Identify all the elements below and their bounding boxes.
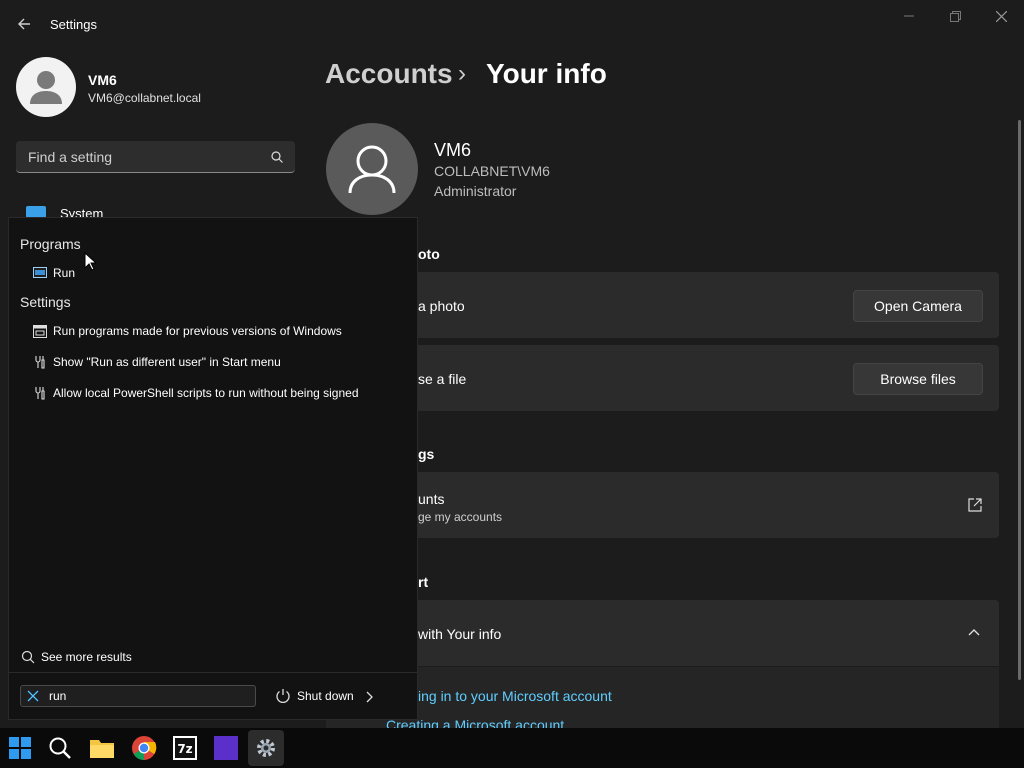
search-icon (271, 151, 283, 163)
profile-name: VM6 (88, 72, 117, 88)
open-camera-button[interactable]: Open Camera (853, 290, 983, 322)
taskbar-settings[interactable] (248, 730, 284, 766)
start-footer-divider (9, 672, 417, 673)
take-photo-card: a photo Open Camera (326, 272, 999, 338)
minimize-icon (904, 15, 914, 17)
scrollbar[interactable] (1018, 120, 1021, 680)
take-photo-label: a photo (418, 298, 465, 314)
taskbar-file-explorer[interactable] (84, 730, 120, 766)
related-settings-heading: gs (418, 446, 435, 462)
help-expanded-panel: ing in to your Microsoft account Creatin… (326, 667, 999, 728)
taskbar-chrome[interactable] (126, 730, 162, 766)
windows-start-icon (9, 737, 31, 759)
user-avatar-large (326, 123, 418, 215)
photo-section-heading: oto (418, 246, 440, 262)
result-run[interactable]: Run (33, 266, 75, 280)
result-label: Run programs made for previous versions … (53, 324, 342, 338)
sidebar-item-system[interactable]: System (24, 204, 294, 218)
back-button[interactable] (14, 14, 34, 34)
result-label: Allow local PowerShell scripts to run wi… (53, 386, 359, 400)
see-more-label: See more results (41, 650, 132, 664)
accounts-title: unts (418, 491, 445, 507)
user-name: VM6 (434, 140, 472, 160)
settings-wrench-icon (35, 356, 45, 369)
result-label: Show "Run as different user" in Start me… (53, 355, 281, 369)
profile-email: VM6@collabnet.local (88, 91, 201, 105)
page-title: Your info (486, 58, 607, 89)
search-icon (49, 737, 71, 759)
result-run-as-user[interactable]: Show "Run as different user" in Start me… (33, 355, 281, 369)
group-programs-heading: Programs (20, 236, 81, 252)
result-compatibility[interactable]: Run programs made for previous versions … (33, 324, 342, 338)
result-label: Run (53, 266, 76, 280)
breadcrumb-parent[interactable]: Accounts (325, 58, 453, 90)
window-title: Settings (50, 17, 97, 32)
start-search-panel: Programs Run Settings Run programs made … (8, 217, 418, 720)
restore-button[interactable] (932, 0, 978, 32)
browse-files-button[interactable]: Browse files (853, 363, 983, 395)
settings-gear-icon (257, 739, 275, 757)
chevron-right-icon[interactable] (365, 691, 373, 703)
help-title: with Your info (418, 626, 502, 642)
choose-file-label: se a file (418, 371, 467, 387)
chevron-up-icon (968, 629, 980, 636)
shutdown-button[interactable]: Shut down (275, 688, 354, 704)
mouse-cursor-icon (84, 252, 96, 271)
start-search-box[interactable]: run (20, 685, 256, 707)
close-button[interactable] (978, 0, 1024, 32)
7zip-icon: 7z (173, 736, 197, 760)
start-search-value: run (49, 689, 67, 703)
search-icon (21, 650, 35, 664)
minimize-button[interactable] (886, 0, 932, 32)
restore-icon (949, 10, 961, 22)
chrome-icon (132, 736, 157, 760)
run-icon (33, 267, 47, 278)
close-icon (995, 10, 1007, 22)
help-card[interactable]: with Your info (326, 600, 999, 666)
settings-wrench-icon (35, 387, 45, 400)
breadcrumb-separator: › (458, 60, 466, 87)
file-explorer-icon (90, 740, 114, 758)
taskbar-7zip[interactable]: 7z (167, 730, 203, 766)
user-silhouette-icon (30, 71, 62, 104)
choose-file-card: se a file Browse files (326, 345, 999, 411)
user-domain: COLLABNET\VM6 (434, 163, 550, 179)
back-arrow-icon (18, 18, 30, 30)
taskbar-search-button[interactable] (42, 730, 78, 766)
external-link-icon (968, 498, 982, 512)
settings-search[interactable] (16, 141, 295, 173)
power-icon (276, 689, 290, 703)
accounts-card[interactable]: unts ge my accounts (326, 472, 999, 538)
result-powershell-scripts[interactable]: Allow local PowerShell scripts to run wi… (33, 386, 359, 400)
app-purple-icon (214, 736, 238, 760)
accounts-subtitle: ge my accounts (418, 510, 503, 524)
related-support-heading: rt (418, 574, 429, 590)
user-outline-icon (348, 145, 396, 194)
avatar[interactable] (16, 57, 76, 117)
search-input[interactable] (26, 147, 260, 167)
svg-text:7z: 7z (177, 742, 192, 756)
clear-icon[interactable] (27, 690, 39, 702)
group-settings-heading: Settings (20, 294, 71, 310)
see-more-results[interactable]: See more results (21, 650, 132, 664)
taskbar-purple-app[interactable] (208, 730, 244, 766)
user-role: Administrator (434, 183, 517, 199)
compatibility-icon (33, 324, 47, 338)
start-button[interactable] (2, 730, 38, 766)
shutdown-label: Shut down (297, 689, 354, 703)
help-link-sign-in[interactable]: ing in to your Microsoft account (418, 688, 612, 704)
